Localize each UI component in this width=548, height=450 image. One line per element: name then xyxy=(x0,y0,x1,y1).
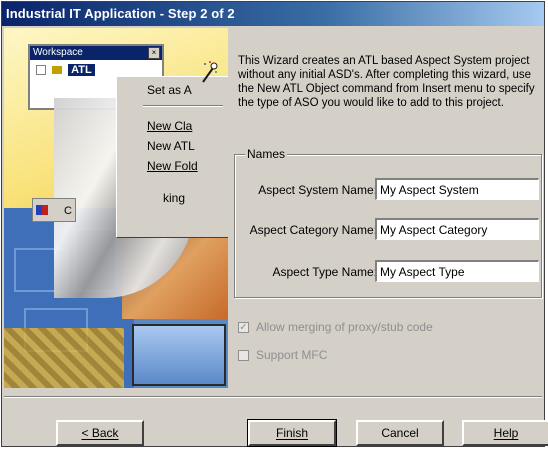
allow-merging-checkbox[interactable]: ✓ xyxy=(238,322,249,333)
aspect-system-name-input[interactable] xyxy=(375,178,539,200)
toolbar-chip-label: C xyxy=(64,205,72,217)
names-groupbox: Names Aspect System Name: Aspect Categor… xyxy=(234,147,542,298)
aspect-type-name-input[interactable] xyxy=(375,260,539,282)
finish-button[interactable]: Finish xyxy=(247,419,337,447)
aspect-system-name-label: Aspect System Name: xyxy=(258,183,377,197)
wand-icon xyxy=(202,61,218,83)
window-title: Industrial IT Application - Step 2 of 2 xyxy=(6,6,235,21)
close-icon: × xyxy=(148,47,160,59)
back-button-label: < Back xyxy=(81,426,119,440)
color-icon xyxy=(36,205,48,215)
workspace-title: Workspace xyxy=(33,47,83,58)
names-legend: Names xyxy=(245,147,288,161)
button-separator xyxy=(4,396,542,398)
aspect-category-name-label: Aspect Category Name: xyxy=(249,223,377,237)
title-bar[interactable]: Industrial IT Application - Step 2 of 2 xyxy=(2,2,544,26)
monitor-icon xyxy=(132,324,226,386)
illustration-floor xyxy=(4,328,124,388)
menu-separator xyxy=(143,105,223,107)
support-mfc-checkbox[interactable] xyxy=(238,350,249,361)
menu-item-docking: king xyxy=(163,191,186,205)
aspect-type-name-label: Aspect Type Name: xyxy=(272,265,378,279)
menu-item-new-folder: New Fold xyxy=(147,159,198,173)
menu-item-new-atl: New ATL xyxy=(147,139,195,153)
wizard-description: This Wizard creates an ATL based Aspect … xyxy=(238,55,535,109)
allow-merging-label: Allow merging of proxy/stub code xyxy=(256,320,433,334)
wizard-window: Industrial IT Application - Step 2 of 2 … xyxy=(1,1,548,447)
support-mfc-label: Support MFC xyxy=(256,348,328,362)
finish-button-label: Finish xyxy=(275,426,308,440)
tree-node-atl: ATL xyxy=(68,64,95,76)
menu-item-set-as: Set as A xyxy=(147,83,192,97)
aspect-category-name-input[interactable] xyxy=(375,218,539,240)
menu-item-new-class: New Cla xyxy=(147,119,193,133)
cancel-button[interactable]: Cancel xyxy=(356,420,444,446)
workspace-tree: ATL xyxy=(36,64,95,76)
toolbar-chip: C xyxy=(32,198,76,222)
workspace-titlebar: Workspace × xyxy=(30,46,162,60)
folder-icon xyxy=(52,66,63,75)
help-button[interactable]: Help xyxy=(462,420,548,446)
back-button[interactable]: < Back xyxy=(56,420,144,446)
help-button-label: Help xyxy=(493,426,519,440)
tree-expand-icon xyxy=(36,65,46,76)
wizard-illustration: Workspace × ATL Set as A New Cla New ATL… xyxy=(4,28,228,388)
context-menu: Set as A New Cla New ATL New Fold king xyxy=(116,76,228,237)
cancel-button-label: Cancel xyxy=(381,426,419,440)
